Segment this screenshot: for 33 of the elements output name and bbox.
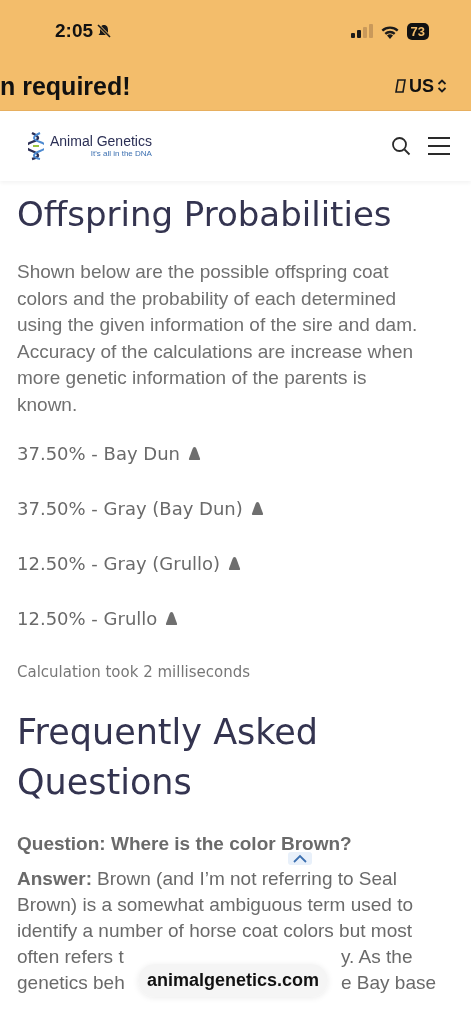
caret-up-icon bbox=[293, 854, 307, 863]
signal-icon bbox=[350, 24, 373, 38]
answer-text: e Bay base bbox=[341, 971, 437, 995]
url-pill[interactable]: animalgenetics.com bbox=[138, 964, 329, 997]
region-selector[interactable]: US bbox=[391, 71, 451, 101]
answer-text: Brown) is a somewhat ambiguous term used to bbox=[17, 893, 413, 917]
bell-off-icon bbox=[96, 23, 113, 39]
brand-tagline: It's all in the DNA bbox=[90, 149, 152, 158]
probability-result: 12.50% - Grullo bbox=[17, 608, 158, 629]
answer-text: y. As the bbox=[341, 945, 413, 969]
answer-text: Brown (and I’m not referring to Seal bbox=[96, 867, 397, 891]
wifi-icon bbox=[379, 23, 400, 39]
battery-indicator: 73 bbox=[406, 22, 429, 40]
brand-name[interactable]: Animal Genetics bbox=[50, 134, 152, 149]
answer-label: Answer: bbox=[17, 867, 92, 891]
answer-text: genetics beh bbox=[17, 971, 125, 995]
faq-heading: Frequently Asked Questions bbox=[17, 711, 320, 804]
banner-text: n required! bbox=[0, 71, 131, 101]
intro-paragraph: Shown below are the possible offspring coat colors and the probability of each determined using the given information of the sire and dam. Accuracy of the calculations are increase when more genetic information of the parents is known. bbox=[17, 260, 419, 417]
probability-result: 37.50% - Gray (Bay Dun) bbox=[17, 498, 243, 519]
status-time: 2:05 bbox=[55, 20, 94, 42]
search-icon[interactable] bbox=[391, 136, 411, 156]
probability-result: 12.50% - Gray (Grullo) bbox=[17, 553, 221, 574]
faq-question: Question: Where is the color Brown? bbox=[17, 833, 353, 855]
calculation-time: Calculation took 2 milliseconds bbox=[17, 663, 252, 681]
section-heading: Offspring Probabilities bbox=[17, 193, 393, 236]
answer-text: often refers t bbox=[17, 945, 124, 969]
answer-text: identify a number of horse coat colors but most bbox=[17, 919, 412, 943]
probability-result: 37.50% - Bay Dun bbox=[17, 443, 180, 464]
back-to-top-button[interactable] bbox=[288, 852, 312, 865]
chevron-updown-icon bbox=[437, 79, 447, 93]
menu-icon[interactable] bbox=[427, 136, 451, 156]
dna-icon bbox=[28, 131, 44, 161]
